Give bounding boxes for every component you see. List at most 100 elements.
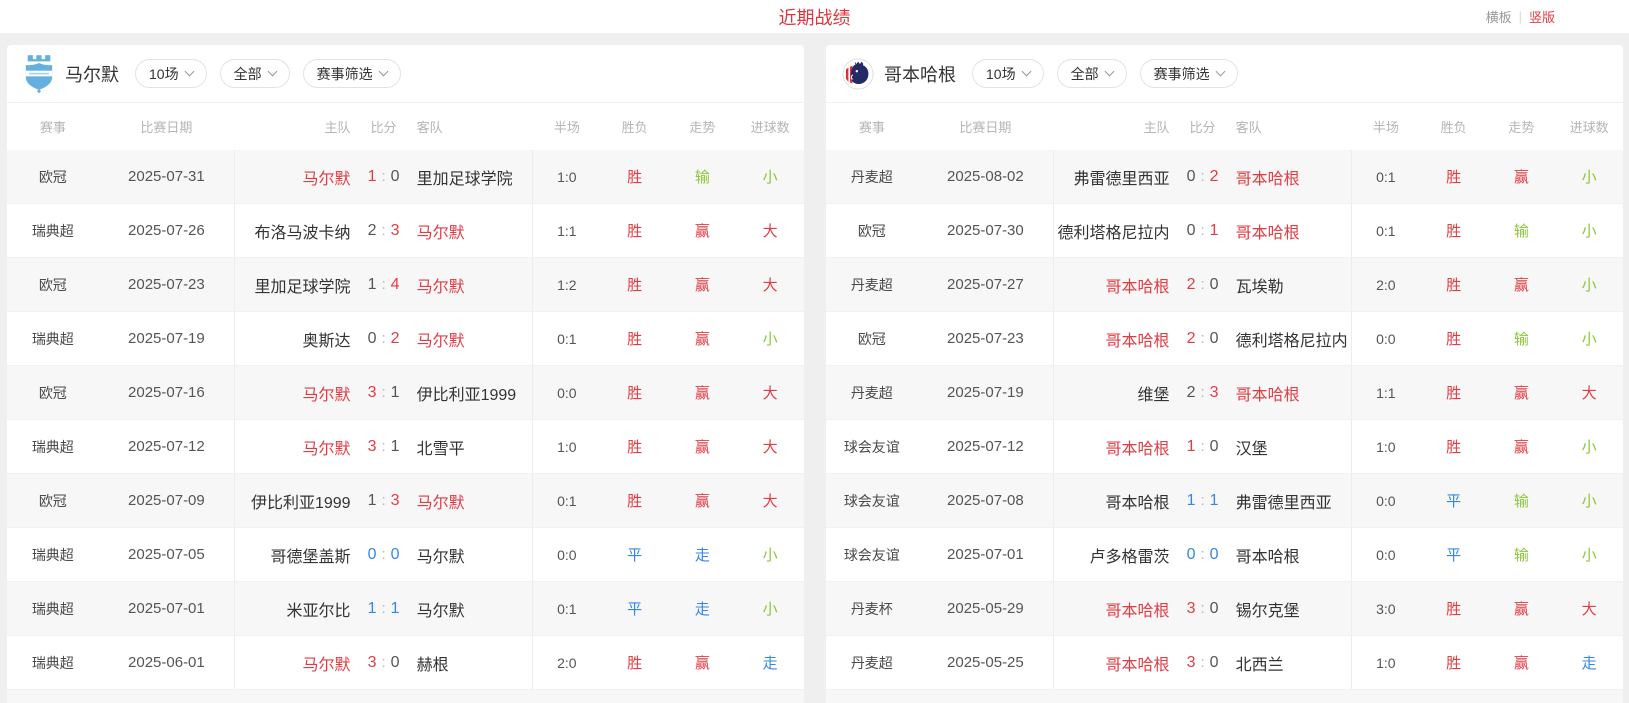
- layout-toggle-horizontal[interactable]: 横板: [1486, 7, 1512, 26]
- score-colon: :: [1200, 654, 1204, 672]
- match-row[interactable]: 丹麦超 2025-07-27 哥本哈根 2 : 0 瓦埃勒 2:0 胜 赢 小: [826, 258, 1623, 312]
- match-date: 2025-08-02: [918, 168, 1053, 185]
- home-team-name: 马尔默: [235, 651, 350, 675]
- team-name: 马尔默: [65, 61, 119, 87]
- team-panels-container: 马尔默 10场 全部 赛事筛选 赛事 比赛日期 主队 比分 客队 半场: [0, 33, 1629, 703]
- home-score: 0: [368, 330, 377, 348]
- match-teams: 弗雷德里西亚 0 : 2 哥本哈根: [1053, 150, 1352, 203]
- match-row[interactable]: 瑞典超 2025-07-26 布洛马波卡纳 2 : 3 马尔默 1:1 胜 赢 …: [7, 204, 804, 258]
- col-header-trend: 走势: [1487, 117, 1555, 136]
- match-date: 2025-07-12: [99, 438, 234, 455]
- match-row[interactable]: 欧冠 2025-07-16 马尔默 3 : 1 伊比利亚1999 0:0 胜 赢…: [7, 366, 804, 420]
- away-score: 0: [391, 654, 400, 672]
- match-teams: 哥德堡盖斯 0 : 0 马尔默: [234, 528, 533, 581]
- match-score: 1 : 0: [351, 168, 417, 186]
- matches-filter-dropdown[interactable]: 10场: [135, 59, 207, 88]
- match-teams: 里加足球学院 1 : 4 马尔默: [234, 258, 533, 311]
- home-team-name: 布洛马波卡纳: [235, 219, 350, 243]
- away-team-name: 马尔默: [417, 219, 532, 243]
- goals-over-under: 小: [1555, 544, 1623, 565]
- home-score: 3: [368, 384, 377, 402]
- handicap-trend: 赢: [1487, 598, 1555, 619]
- layout-toggle-vertical[interactable]: 竖版: [1529, 7, 1555, 26]
- away-team-name: 哥本哈根: [1236, 543, 1351, 567]
- handicap-trend: 走: [668, 544, 736, 565]
- handicap-trend: 赢: [1487, 436, 1555, 457]
- away-score: 1: [391, 384, 400, 402]
- match-score: 0 : 0: [351, 546, 417, 564]
- score-colon: :: [1200, 222, 1204, 240]
- scope-filter-dropdown[interactable]: 全部: [1057, 59, 1127, 88]
- match-league: 瑞典超: [7, 653, 99, 673]
- score-colon: :: [1200, 546, 1204, 564]
- score-colon: :: [381, 276, 385, 294]
- goals-over-under: 小: [1555, 220, 1623, 241]
- home-score: 1: [1187, 492, 1196, 510]
- match-row[interactable]: 丹麦超 2025-07-19 维堡 2 : 3 哥本哈根 1:1 胜 赢 大: [826, 366, 1623, 420]
- col-header-date: 比赛日期: [918, 117, 1053, 136]
- score-colon: :: [1200, 438, 1204, 456]
- match-league: 瑞典超: [7, 437, 99, 457]
- goals-over-under: 小: [736, 328, 804, 349]
- away-score: 1: [1210, 222, 1219, 240]
- match-row[interactable]: 欧冠 2025-07-23 里加足球学院 1 : 4 马尔默 1:2 胜 赢 大: [7, 258, 804, 312]
- away-score: 0: [1210, 438, 1219, 456]
- event-filter-dropdown[interactable]: 赛事筛选: [303, 59, 401, 88]
- half-time-score: 0:0: [533, 547, 601, 563]
- win-loss-result: 胜: [1420, 328, 1488, 349]
- match-date: 2025-06-01: [99, 654, 234, 671]
- match-row[interactable]: 丹麦超 2025-08-02 弗雷德里西亚 0 : 2 哥本哈根 0:1 胜 赢…: [826, 150, 1623, 204]
- away-score: 3: [391, 222, 400, 240]
- handicap-trend: 输: [1487, 328, 1555, 349]
- match-date: 2025-07-01: [918, 546, 1053, 563]
- match-row[interactable]: 欧冠 2025-07-31 马尔默 1 : 0 里加足球学院 1:0 胜 输 小: [7, 150, 804, 204]
- away-score: 0: [391, 168, 400, 186]
- match-row[interactable]: 球会友谊 2025-07-12 哥本哈根 1 : 0 汉堡 1:0 胜 赢 小: [826, 420, 1623, 474]
- match-row[interactable]: 瑞典超 2025-07-05 哥德堡盖斯 0 : 0 马尔默 0:0 平 走 小: [7, 528, 804, 582]
- matches-filter-label: 10场: [149, 64, 179, 84]
- win-loss-result: 胜: [1420, 436, 1488, 457]
- team-panel-header: 哥本哈根 10场 全部 赛事筛选: [826, 45, 1623, 103]
- match-teams: 哥本哈根 2 : 0 瓦埃勒: [1053, 258, 1352, 311]
- away-score: 1: [1210, 492, 1219, 510]
- home-team-name: 弗雷德里西亚: [1054, 165, 1169, 189]
- col-header-match: 主队 比分 客队: [1053, 117, 1352, 136]
- match-row[interactable]: 欧冠 2025-07-23 哥本哈根 2 : 0 德利塔格尼拉内 0:0 胜 输…: [826, 312, 1623, 366]
- table-footer-strip: [7, 690, 804, 703]
- match-row[interactable]: 瑞典超 2025-07-01 米亚尔比 1 : 1 马尔默 0:1 平 走 小: [7, 582, 804, 636]
- match-date: 2025-07-26: [99, 222, 234, 239]
- match-row[interactable]: 瑞典超 2025-06-01 马尔默 3 : 0 赫根 2:0 胜 赢 走: [7, 636, 804, 690]
- match-row[interactable]: 丹麦杯 2025-05-29 哥本哈根 3 : 0 锡尔克堡 3:0 胜 赢 大: [826, 582, 1623, 636]
- match-row[interactable]: 瑞典超 2025-07-19 奥斯达 0 : 2 马尔默 0:1 胜 赢 小: [7, 312, 804, 366]
- away-team-name: 马尔默: [417, 543, 532, 567]
- match-league: 瑞典超: [7, 329, 99, 349]
- match-teams: 卢多格雷茨 0 : 0 哥本哈根: [1053, 528, 1352, 581]
- match-league: 瑞典超: [7, 545, 99, 565]
- match-date: 2025-07-31: [99, 168, 234, 185]
- event-filter-dropdown[interactable]: 赛事筛选: [1140, 59, 1238, 88]
- half-time-score: 0:0: [1352, 547, 1420, 563]
- match-row[interactable]: 瑞典超 2025-07-12 马尔默 3 : 1 北雪平 1:0 胜 赢 大: [7, 420, 804, 474]
- away-team-name: 赫根: [417, 651, 532, 675]
- match-row[interactable]: 欧冠 2025-07-09 伊比利亚1999 1 : 3 马尔默 0:1 胜 赢…: [7, 474, 804, 528]
- match-date: 2025-07-23: [99, 276, 234, 293]
- goals-over-under: 大: [736, 274, 804, 295]
- match-league: 瑞典超: [7, 221, 99, 241]
- home-team-name: 哥本哈根: [1054, 489, 1169, 513]
- match-score: 0 : 2: [351, 330, 417, 348]
- match-row[interactable]: 球会友谊 2025-07-08 哥本哈根 1 : 1 弗雷德里西亚 0:0 平 …: [826, 474, 1623, 528]
- match-date: 2025-07-19: [99, 330, 234, 347]
- handicap-trend: 赢: [1487, 166, 1555, 187]
- match-league: 欧冠: [7, 275, 99, 295]
- handicap-trend: 走: [668, 598, 736, 619]
- match-row[interactable]: 球会友谊 2025-07-01 卢多格雷茨 0 : 0 哥本哈根 0:0 平 输…: [826, 528, 1623, 582]
- match-rows: 丹麦超 2025-08-02 弗雷德里西亚 0 : 2 哥本哈根 0:1 胜 赢…: [826, 150, 1623, 690]
- layout-toggle-separator: |: [1519, 9, 1522, 24]
- match-row[interactable]: 欧冠 2025-07-30 德利塔格尼拉内 0 : 1 哥本哈根 0:1 胜 输…: [826, 204, 1623, 258]
- matches-filter-dropdown[interactable]: 10场: [972, 59, 1044, 88]
- handicap-trend: 赢: [1487, 382, 1555, 403]
- match-league: 丹麦杯: [826, 599, 918, 619]
- match-row[interactable]: 丹麦超 2025-05-25 哥本哈根 3 : 0 北西兰 1:0 胜 赢 走: [826, 636, 1623, 690]
- match-teams: 德利塔格尼拉内 0 : 1 哥本哈根: [1053, 204, 1352, 257]
- scope-filter-dropdown[interactable]: 全部: [220, 59, 290, 88]
